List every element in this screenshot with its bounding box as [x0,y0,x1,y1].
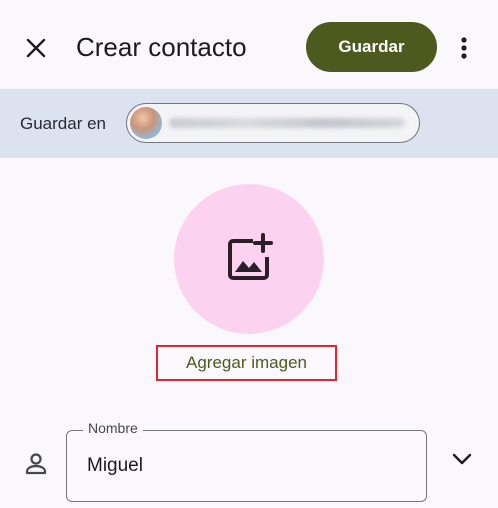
more-options-button[interactable] [448,28,480,68]
top-app-bar: Crear contacto Guardar [0,0,498,90]
name-field-label: Nombre [83,420,143,436]
more-vert-icon [461,37,467,59]
chevron-down-icon [452,453,472,465]
save-in-label: Guardar en [20,114,106,133]
account-avatar [130,107,162,139]
create-contact-screen: Crear contacto Guardar Guardar en Agrega… [0,0,498,508]
page-title: Crear contacto [76,32,247,62]
account-email-redacted [169,118,405,128]
save-button[interactable]: Guardar [306,22,437,72]
name-field[interactable]: Nombre Miguel [66,420,427,502]
expand-name-button[interactable] [447,444,477,474]
close-icon [26,38,46,58]
account-selector[interactable] [126,103,420,143]
add-photo-icon [228,233,273,280]
save-in-section: Guardar en [0,89,498,158]
add-image-link[interactable]: Agregar imagen [156,345,337,381]
add-photo-button[interactable] [174,184,324,334]
person-icon [25,453,47,475]
close-button[interactable] [16,28,56,68]
name-field-value[interactable]: Miguel [87,455,143,477]
